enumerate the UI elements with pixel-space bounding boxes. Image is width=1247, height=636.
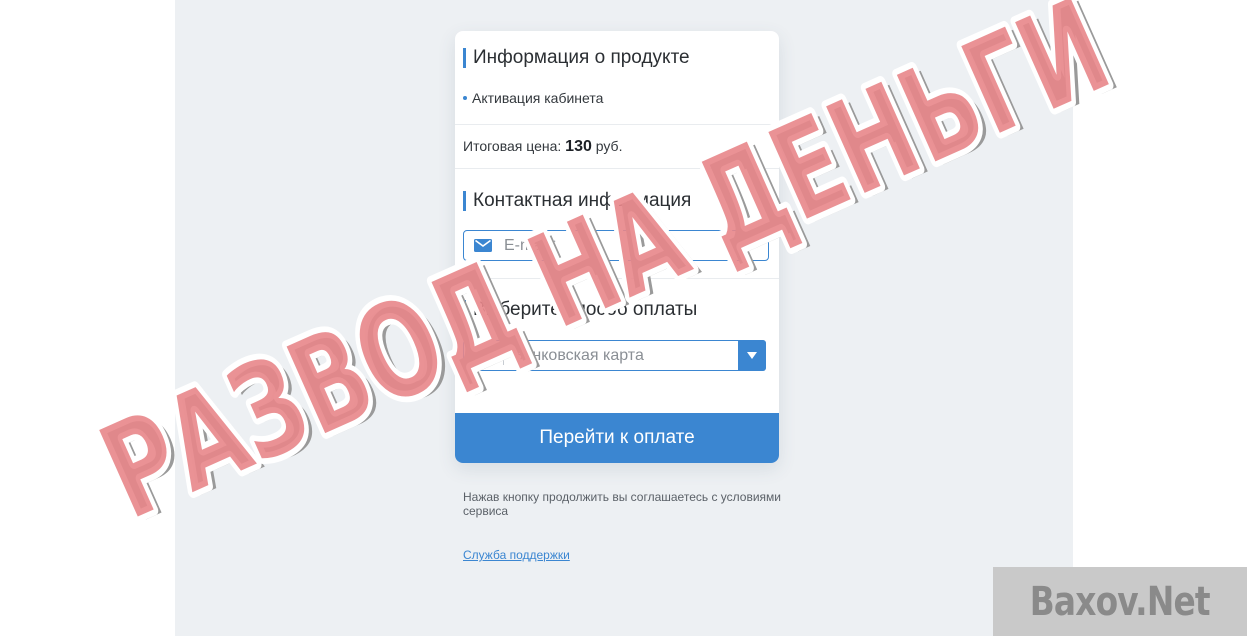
price-currency: руб. (595, 138, 623, 154)
select-separator (503, 346, 504, 365)
checkout-card: Информация о продукте Активация кабинета… (455, 31, 779, 463)
payment-method-select[interactable]: Банковская карта (463, 340, 766, 371)
product-info-title: Информация о продукте (463, 47, 690, 69)
dropdown-toggle[interactable] (738, 340, 766, 371)
payment-title: Выберите способ оплаты (463, 299, 697, 321)
contact-heading: Контактная информация (473, 190, 692, 211)
email-field[interactable] (463, 230, 769, 261)
title-accent-bar (463, 191, 466, 211)
price-value: 130 (565, 138, 592, 155)
contact-title: Контактная информация (463, 190, 691, 212)
email-input[interactable] (502, 235, 736, 256)
title-accent-bar (463, 300, 466, 320)
product-item: Активация кабинета (463, 90, 603, 106)
product-info-heading: Информация о продукте (473, 47, 690, 68)
contact-section: Контактная информация (455, 169, 779, 279)
payment-method-value: Банковская карта (513, 346, 644, 364)
site-watermark: Baxov.Net (993, 567, 1247, 636)
terms-notice: Нажав кнопку продолжить вы соглашаетесь … (463, 490, 781, 518)
proceed-to-payment-button[interactable]: Перейти к оплате (455, 413, 779, 463)
product-item-label: Активация кабинета (472, 90, 604, 106)
price-section: Итоговая цена: 130 руб. (455, 125, 779, 169)
title-accent-bar (463, 48, 466, 68)
envelope-icon (474, 239, 492, 252)
support-link[interactable]: Служба поддержки (463, 548, 570, 562)
price-label: Итоговая цена: (463, 138, 562, 154)
payment-heading: Выберите способ оплаты (473, 299, 698, 320)
payment-section: Выберите способ оплаты Банковская карта (455, 279, 779, 388)
product-info-section: Информация о продукте Активация кабинета (455, 31, 779, 125)
bank-card-icon (472, 348, 494, 364)
total-price: Итоговая цена: 130 руб. (463, 138, 622, 156)
chevron-down-icon (747, 352, 757, 359)
bullet-dot-icon (463, 96, 467, 100)
site-watermark-text: Baxov.Net (1030, 578, 1211, 625)
